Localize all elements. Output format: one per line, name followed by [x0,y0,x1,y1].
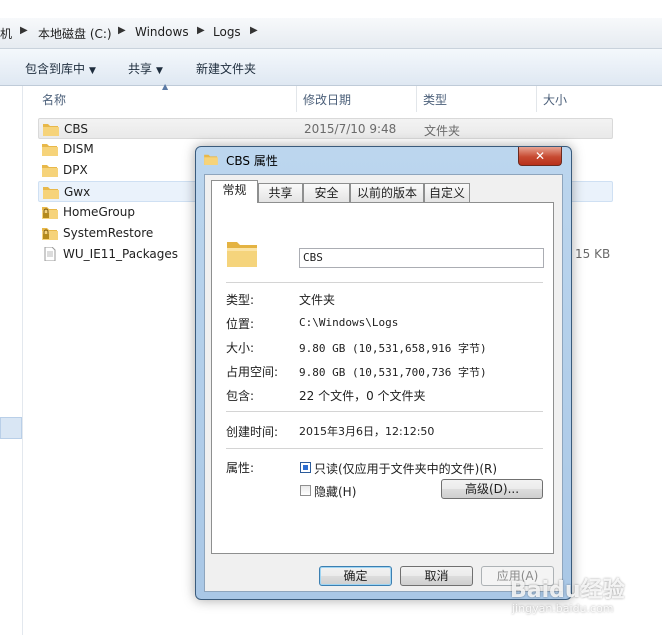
size-on-disk-label: 占用空间: [226,365,279,379]
size-on-disk-value: 9.80 GB (10,531,700,736 字节) [299,366,487,379]
folder-icon [204,154,218,165]
file-name: DPX [63,163,88,177]
tab-security[interactable]: 安全 [303,183,350,202]
folder-icon [43,187,59,199]
column-header-size[interactable]: 大小 [543,91,567,108]
file-date: 2015/7/10 9:48 [304,122,397,136]
file-type: 文件夹 [424,124,461,138]
size-label: 大小: [226,341,255,355]
column-header-name[interactable]: 名称 [42,91,66,108]
share-button[interactable]: 共享 ▼ [128,60,163,77]
include-in-library-label: 包含到库中 [25,62,86,76]
advanced-button[interactable]: 高级(D)... [441,479,543,499]
include-in-library-button[interactable]: 包含到库中 ▼ [25,60,96,77]
location-value: C:\Windows\Logs [299,316,399,329]
navigation-selected-item[interactable] [0,417,22,439]
tab-previous-versions[interactable]: 以前的版本 [350,183,424,202]
contains-label: 包含: [226,389,255,403]
created-label: 创建时间: [226,425,279,439]
caret-down-icon: ▼ [156,66,163,76]
ok-button[interactable]: 确定 [319,566,392,586]
caret-down-icon: ▼ [89,66,96,76]
breadcrumb-chevron-icon[interactable]: ▶ [250,25,258,36]
command-toolbar: 包含到库中 ▼ 共享 ▼ 新建文件夹 [0,49,662,86]
dialog-title: CBS 属性 [226,154,278,168]
breadcrumb-chevron-icon[interactable]: ▶ [197,25,205,36]
large-folder-icon [227,242,257,267]
column-divider[interactable] [536,86,537,112]
file-name: HomeGroup [63,205,135,219]
column-divider[interactable] [296,86,297,112]
file-name: CBS [64,122,89,136]
folder-icon [43,124,59,136]
type-value: 文件夹 [299,293,336,307]
breadcrumb-local-disk[interactable]: 本地磁盘 (C:) [38,25,112,42]
size-value: 9.80 GB (10,531,658,916 字节) [299,342,487,355]
file-name: SystemRestore [63,226,154,240]
file-size: 15 KB [575,247,611,261]
new-folder-button[interactable]: 新建文件夹 [196,60,256,77]
hidden-checkbox[interactable] [300,485,311,496]
watermark: Baidu经验 jingyan.baidu.com [510,572,660,632]
breadcrumb-logs[interactable]: Logs [213,25,241,39]
folder-icon [42,165,58,177]
readonly-checkbox[interactable] [300,462,311,473]
cancel-button[interactable]: 取消 [400,566,473,586]
file-icon [44,247,56,261]
hidden-label[interactable]: 隐藏(H) [314,483,356,500]
dialog-client-area: 常规 共享 安全 以前的版本 自定义 CBS 类型: 文件夹 位置: C:\Wi… [204,174,563,592]
attributes-label: 属性: [226,461,255,475]
share-label: 共享 [128,62,153,76]
file-name: DISM [63,142,94,156]
tab-general[interactable]: 常规 [211,180,258,203]
breadcrumb-windows[interactable]: Windows [135,25,189,39]
folder-name-input[interactable]: CBS [299,248,544,268]
address-bar[interactable]: 机 ▶ 本地磁盘 (C:) ▶ Windows ▶ Logs ▶ [0,18,662,49]
file-name: WU_IE11_Packages [63,247,179,261]
file-row[interactable]: CBS 2015/7/10 9:48 文件夹 [38,118,613,139]
folder-icon [42,144,58,156]
close-icon[interactable]: ✕ [518,147,562,166]
tab-sharing[interactable]: 共享 [258,183,303,202]
column-header-type[interactable]: 类型 [423,91,447,108]
tab-customize[interactable]: 自定义 [424,183,470,202]
general-tab-panel: CBS 类型: 文件夹 位置: C:\Windows\Logs 大小: 9.80… [211,202,554,554]
watermark-text: Baidu经验 [510,578,625,603]
divider [226,448,543,449]
breadcrumb-chevron-icon[interactable]: ▶ [118,25,126,36]
readonly-label[interactable]: 只读(仅应用于文件夹中的文件)(R) [314,460,497,477]
navigation-pane[interactable] [0,86,23,635]
breadcrumb-chevron-icon[interactable]: ▶ [20,25,28,36]
locked-folder-icon [42,228,58,240]
properties-dialog: CBS 属性 ✕ 常规 共享 安全 以前的版本 自定义 CBS 类型: 文件夹 … [195,146,572,600]
breadcrumb-computer[interactable]: 机 [0,25,12,42]
contains-value: 22 个文件，0 个文件夹 [299,389,426,403]
file-name: Gwx [64,185,91,199]
locked-folder-icon [42,207,58,219]
column-divider[interactable] [416,86,417,112]
divider [226,282,543,283]
sort-ascending-icon: ▲ [162,82,169,91]
location-label: 位置: [226,317,255,331]
type-label: 类型: [226,293,255,307]
watermark-url: jingyan.baidu.com [512,602,614,615]
divider [226,411,543,412]
column-header-date[interactable]: 修改日期 [303,91,351,108]
created-value: 2015年3月6日，12:12:50 [299,425,435,438]
